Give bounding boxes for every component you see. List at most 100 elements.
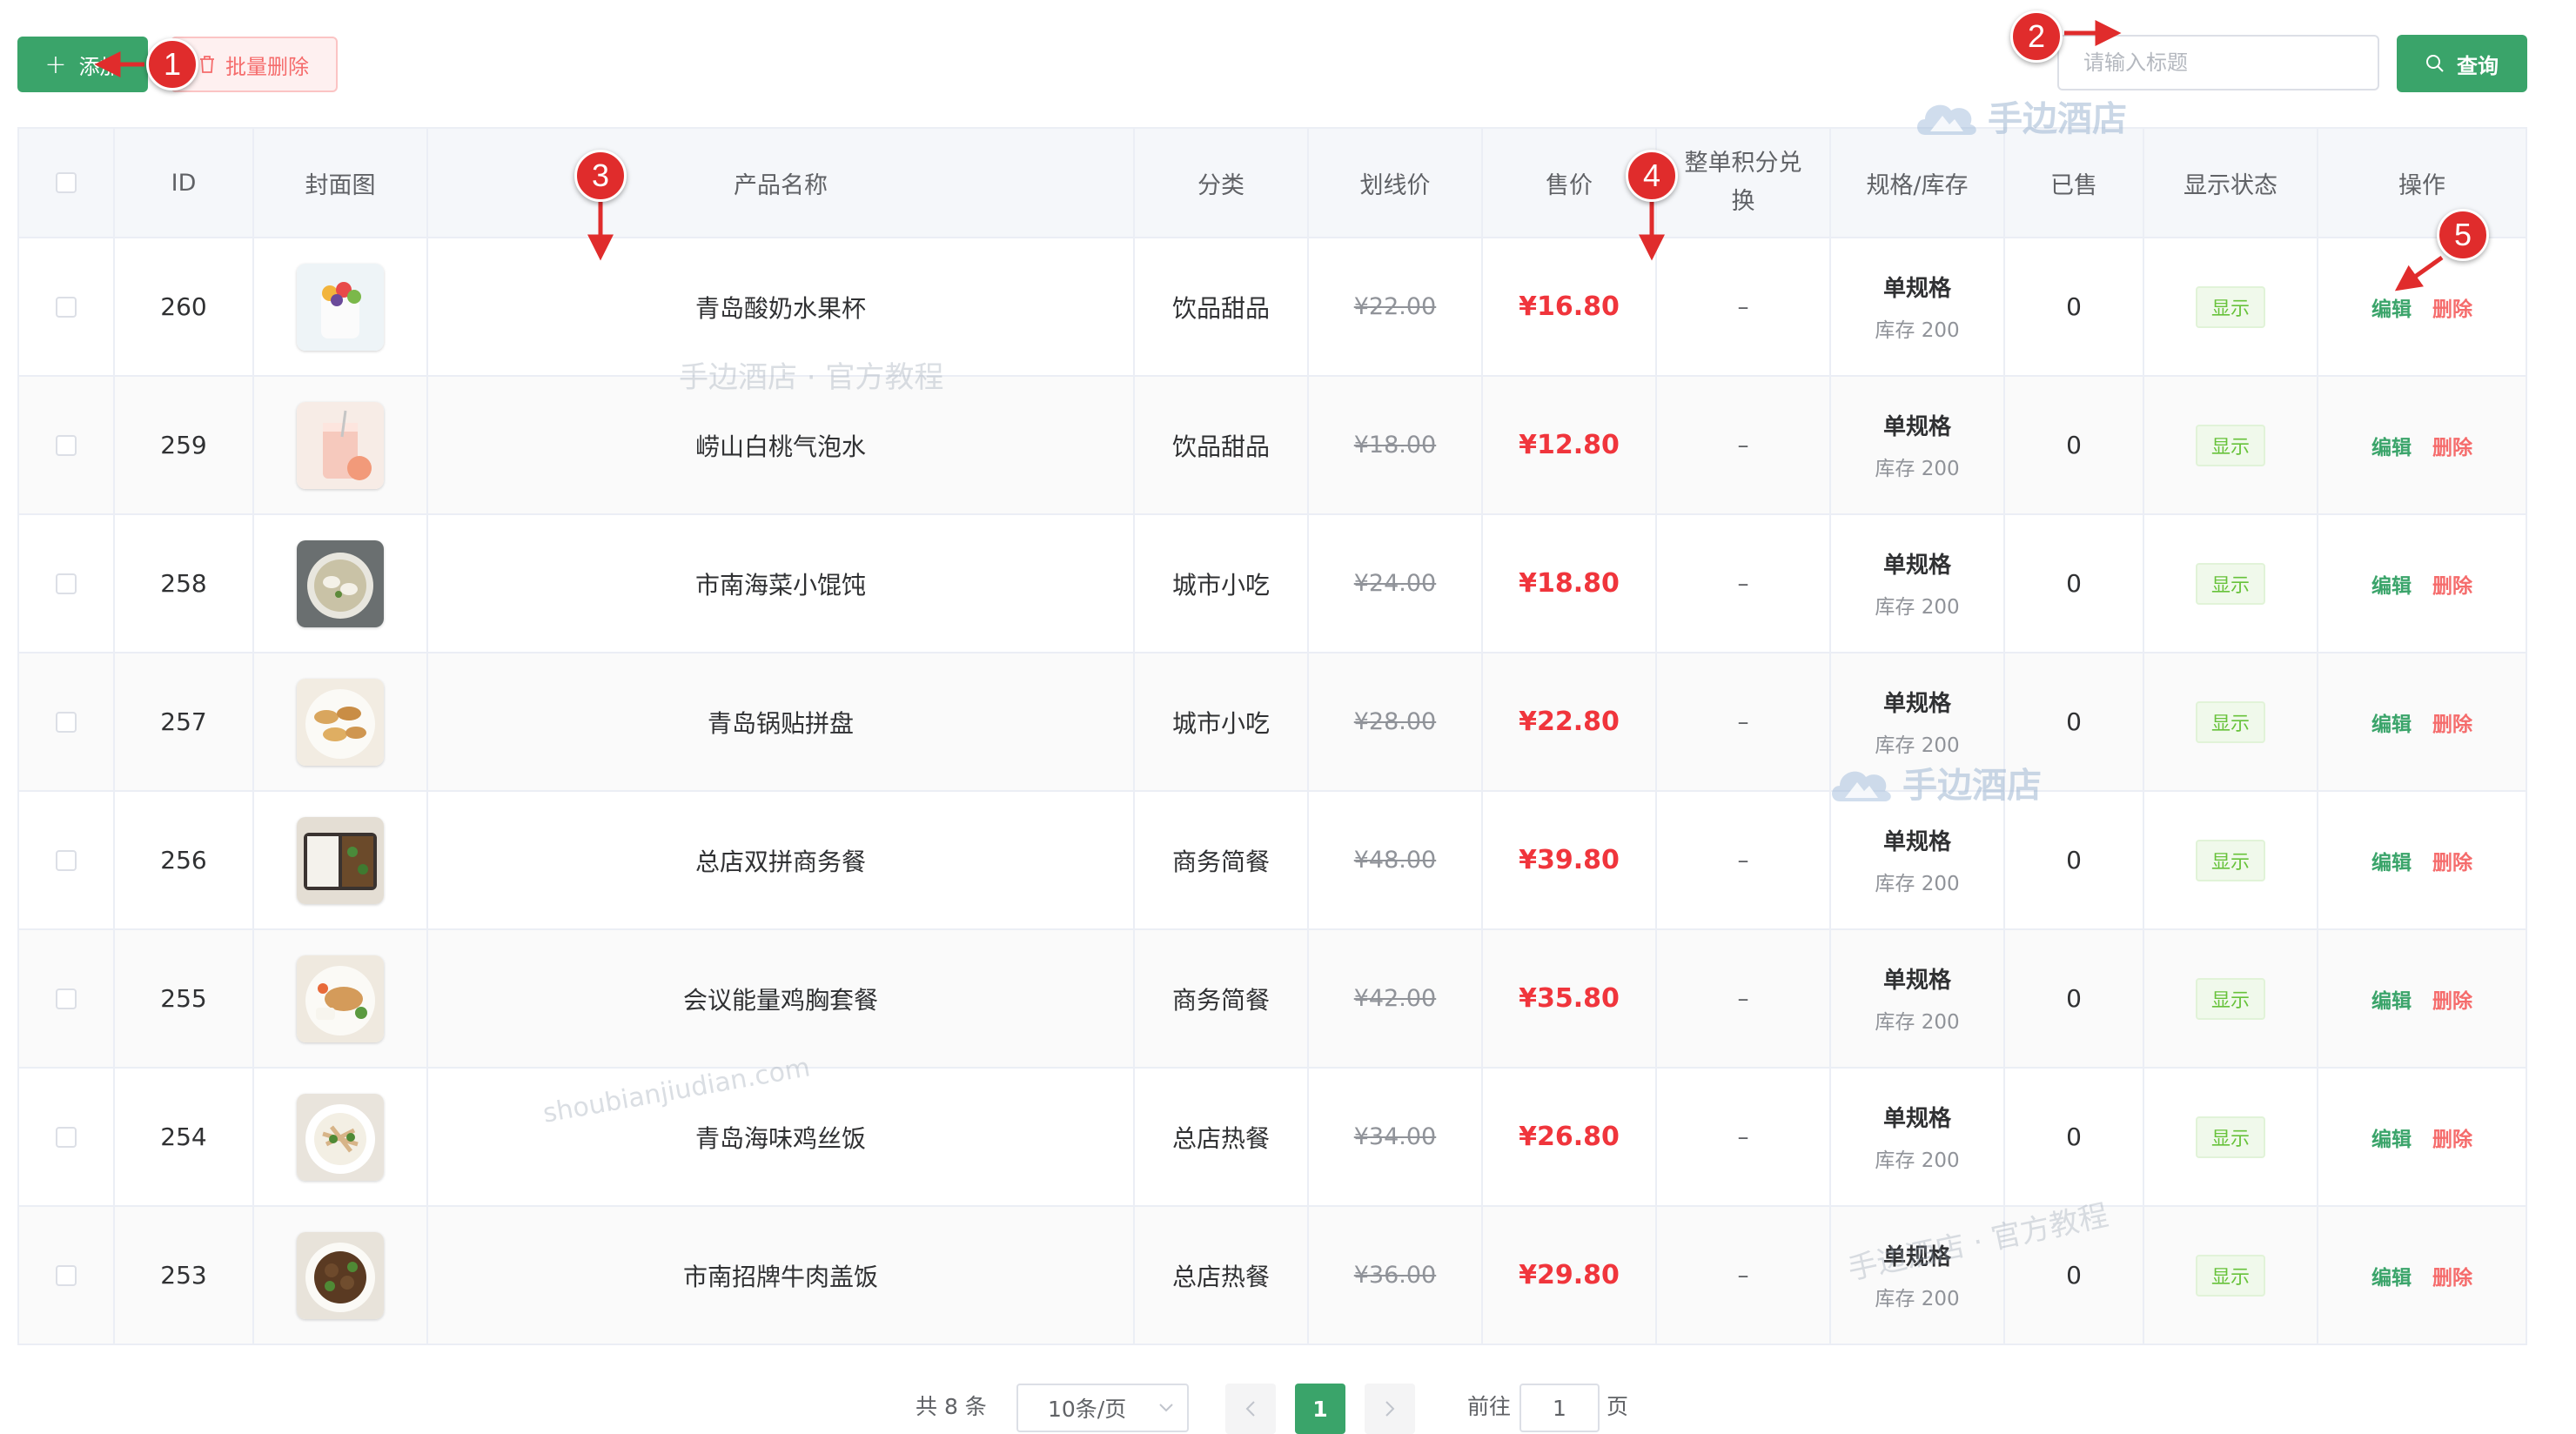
row-checkbox[interactable]	[56, 296, 77, 318]
stock-count: 库存 200	[1875, 873, 1960, 895]
cover-image	[297, 1093, 384, 1181]
edit-link[interactable]: 编辑	[2371, 846, 2412, 875]
delete-link[interactable]: 删除	[2432, 1261, 2472, 1290]
spec-name: 单规格	[1882, 276, 1951, 302]
search-input[interactable]	[2057, 35, 2379, 90]
next-page-button[interactable]	[1365, 1384, 1415, 1434]
stock-count: 库存 200	[1875, 1011, 1960, 1034]
edit-link[interactable]: 编辑	[2371, 1122, 2412, 1152]
product-category: 总店热餐	[1171, 1123, 1270, 1153]
header-category: 分类	[1197, 171, 1244, 199]
product-name: 青岛锅贴拼盘	[707, 708, 854, 738]
page-size-value: 10条/页	[1048, 1397, 1127, 1422]
original-price: ¥28.00	[1353, 708, 1437, 735]
edit-link[interactable]: 编辑	[2371, 984, 2412, 1014]
trash-icon	[200, 56, 214, 73]
spec-name: 单规格	[1882, 414, 1951, 440]
status-badge: 显示	[2195, 285, 2265, 328]
potsticker-plate-icon	[297, 678, 384, 766]
plus-icon: +	[44, 49, 67, 80]
sale-price: ¥35.80	[1519, 983, 1620, 1014]
product-category: 城市小吃	[1171, 708, 1270, 738]
page-number-current[interactable]: 1	[1295, 1384, 1345, 1434]
table-row: 253 市南招牌牛肉盖饭 总店热餐 ¥36.00 ¥29.80 – 单规格 库存 200 0 显示…	[19, 1207, 2526, 1345]
row-checkbox[interactable]	[56, 1126, 77, 1148]
header-display-status: 显示状态	[2184, 171, 2277, 199]
prev-page-button[interactable]	[1225, 1384, 1276, 1434]
spec-name: 单规格	[1882, 553, 1951, 579]
row-checkbox[interactable]	[56, 434, 77, 456]
product-table: ID 封面图 产品名称 分类 划线价 售价 整单积分兑换 规格/库存 已售 显示…	[17, 127, 2527, 1345]
search-icon	[2426, 55, 2444, 72]
points-exchange: –	[1737, 708, 1749, 735]
table-row: 255 会议能量鸡胸套餐 商务简餐 ¥42.00 ¥35.80 – 单规格 库存 200 0 显示…	[19, 930, 2526, 1069]
row-checkbox[interactable]	[56, 988, 77, 1009]
spec-name: 单规格	[1882, 829, 1951, 855]
page-size-select[interactable]: 10条/页	[1016, 1384, 1189, 1432]
delete-link[interactable]: 删除	[2432, 1122, 2472, 1152]
status-badge: 显示	[2195, 700, 2265, 743]
goto-label: 前往	[1467, 1394, 1512, 1419]
stock-count: 库存 200	[1875, 458, 1960, 480]
select-all-checkbox[interactable]	[56, 172, 77, 193]
product-id: 257	[160, 707, 207, 736]
header-points-exchange: 整单积分兑换	[1684, 150, 1802, 215]
query-button[interactable]: 查询	[2397, 35, 2527, 92]
table-row: 256 总店双拼商务餐 商务简餐 ¥48.00 ¥39.80 – 单规格 库存 200 0 显示 编…	[19, 792, 2526, 930]
cover-image	[297, 816, 384, 904]
sold-count: 0	[2066, 569, 2082, 598]
header-cover: 封面图	[305, 171, 376, 199]
original-price: ¥34.00	[1353, 1123, 1437, 1150]
product-category: 商务简餐	[1171, 985, 1270, 1015]
chevron-down-icon	[1159, 1404, 1173, 1412]
header-id: ID	[171, 169, 197, 197]
delete-link[interactable]: 删除	[2432, 292, 2472, 322]
chicken-breast-plate-icon	[297, 955, 384, 1042]
annotation-badge-3: 3	[574, 150, 627, 202]
product-name: 青岛酸奶水果杯	[694, 293, 866, 323]
stock-count: 库存 200	[1875, 734, 1960, 757]
goto-page-input[interactable]	[1519, 1384, 1600, 1432]
edit-link[interactable]: 编辑	[2371, 431, 2412, 460]
delete-link[interactable]: 删除	[2432, 846, 2472, 875]
delete-link[interactable]: 删除	[2432, 569, 2472, 599]
table-row: 259 崂山白桃气泡水 饮品甜品 ¥18.00 ¥12.80 – 单规格 库存 200 0 显示 编…	[19, 377, 2526, 515]
delete-link[interactable]: 删除	[2432, 984, 2472, 1014]
product-name: 会议能量鸡胸套餐	[682, 985, 878, 1015]
product-name: 总店双拼商务餐	[694, 847, 866, 876]
row-checkbox[interactable]	[56, 849, 77, 871]
product-id: 260	[160, 292, 207, 321]
edit-link[interactable]: 编辑	[2371, 569, 2412, 599]
spec-name: 单规格	[1882, 691, 1951, 717]
status-badge: 显示	[2195, 1116, 2265, 1158]
edit-link[interactable]: 编辑	[2371, 707, 2412, 737]
edit-link[interactable]: 编辑	[2371, 1261, 2412, 1290]
row-checkbox[interactable]	[56, 573, 77, 594]
header-price: 售价	[1546, 171, 1593, 199]
page-unit-label: 页	[1607, 1394, 1629, 1419]
points-exchange: –	[1737, 847, 1749, 874]
sale-price: ¥12.80	[1519, 430, 1620, 460]
delete-link[interactable]: 删除	[2432, 707, 2472, 737]
add-button[interactable]: + 添加	[17, 37, 148, 92]
product-id: 254	[160, 1122, 207, 1151]
header-sold: 已售	[2050, 171, 2097, 199]
header-actions: 操作	[2398, 171, 2445, 199]
table-row: 258 市南海菜小馄饨 城市小吃 ¥24.00 ¥18.80 – 单规格 库存 200 0 显示 编…	[19, 515, 2526, 653]
points-exchange: –	[1737, 1262, 1749, 1289]
product-id: 256	[160, 846, 207, 874]
annotation-badge-2: 2	[2010, 10, 2063, 63]
edit-link[interactable]: 编辑	[2371, 292, 2412, 322]
product-name: 市南海菜小馄饨	[694, 570, 866, 600]
row-checkbox[interactable]	[56, 711, 77, 733]
sale-price: ¥39.80	[1519, 845, 1620, 875]
yogurt-fruit-cup-icon	[297, 263, 384, 351]
product-category: 饮品甜品	[1171, 432, 1270, 461]
original-price: ¥42.00	[1353, 985, 1437, 1012]
row-checkbox[interactable]	[56, 1264, 77, 1286]
sold-count: 0	[2066, 431, 2082, 459]
stock-count: 库存 200	[1875, 319, 1960, 342]
annotation-badge-5: 5	[2437, 209, 2489, 261]
delete-link[interactable]: 删除	[2432, 431, 2472, 460]
query-button-label: 查询	[2457, 53, 2499, 78]
